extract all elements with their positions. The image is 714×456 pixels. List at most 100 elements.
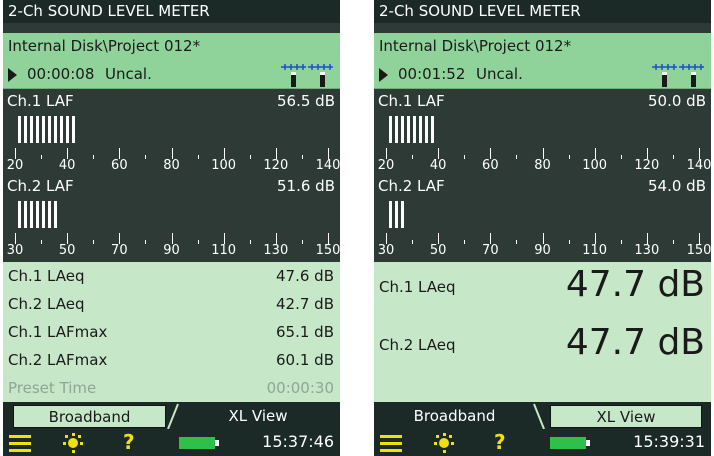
tab-separator: [167, 403, 179, 429]
preset-time-row[interactable]: Preset Time 00:00:30: [3, 374, 340, 402]
scale-minor-tick: [249, 155, 251, 159]
scale-tick-label: 140: [686, 158, 711, 173]
scale-minor-tick: [464, 155, 466, 159]
level-bar-segment: [395, 201, 398, 228]
backlight-bulb-icon[interactable]: [434, 433, 454, 453]
channel-2-value: 51.6 dB: [277, 177, 335, 195]
channel-2-scale: 30 50 70 90 110 130 150: [378, 233, 711, 259]
level-bar-segment: [419, 116, 422, 143]
scale-minor-tick: [672, 240, 674, 244]
parameter-value: 47.6 dB: [276, 267, 334, 285]
battery-cap: [586, 440, 590, 446]
scale-tick-label: 100: [211, 158, 237, 173]
level-bar-segment: [30, 116, 33, 143]
channel-1-meter: Ch.1 LAF 56.5 dB 20 40 60 80 100 120 140: [3, 90, 340, 175]
level-bar-segment: [72, 116, 75, 143]
scale-tick-label: 90: [534, 243, 551, 258]
parameter-row[interactable]: Ch.2 LAFmax 60.1 dB: [3, 346, 340, 374]
scale-tick-label: 120: [634, 158, 660, 173]
scale-minor-tick: [516, 240, 518, 244]
channel-1-meter: Ch.1 LAF 50.0 dB 20 40 60 80 100 120 140: [374, 90, 711, 175]
scale-tick-label: 40: [429, 158, 447, 173]
scale-minor-tick: [568, 155, 570, 159]
scale-minor-tick: [464, 240, 466, 244]
scale-tick-label: 60: [482, 158, 499, 173]
backlight-bulb-icon[interactable]: [63, 433, 83, 453]
tab-separator: [533, 403, 545, 429]
level-bar-segment: [389, 201, 392, 228]
parameter-panel: Ch.1 LAeq 47.6 dB Ch.2 LAeq 42.7 dB Ch.1…: [3, 262, 340, 402]
scale-minor-tick: [197, 155, 199, 159]
scale-minor-tick: [620, 240, 622, 244]
scale-minor-tick: [249, 240, 251, 244]
microphone-input-icon: [652, 64, 704, 87]
menu-icon[interactable]: [9, 435, 31, 452]
level-bar-segment: [18, 116, 21, 143]
tab-xl-view[interactable]: XL View: [550, 405, 702, 428]
scale-tick-label: 30: [377, 243, 395, 258]
level-bar-segment: [389, 116, 392, 143]
parameter-label: Preset Time: [8, 379, 97, 397]
parameter-label: Ch.2 LAeq: [8, 295, 85, 313]
scale-tick-label: 30: [6, 243, 24, 258]
xl-parameter-label: Ch.2 LAeq: [379, 336, 456, 354]
xl-parameter-value[interactable]: 47.7 dB: [566, 322, 705, 363]
level-bar-segment: [60, 116, 63, 143]
play-icon[interactable]: [379, 68, 388, 82]
channel-1-name: Ch.1 LAF: [7, 92, 74, 110]
clock: 15:39:31: [633, 432, 705, 451]
level-bar-segment: [425, 116, 428, 143]
scale-tick-label: 90: [163, 243, 180, 258]
level-meters: Ch.1 LAF 56.5 dB 20 40 60 80 100 120 140 Ch.2 …: [3, 90, 340, 261]
battery-icon[interactable]: [179, 437, 215, 449]
channel-1-value: 50.0 dB: [648, 92, 706, 110]
tab-broadband[interactable]: Broadband: [382, 405, 527, 428]
xl-parameter-label: Ch.1 LAeq: [379, 278, 456, 296]
parameter-label: Ch.1 LAFmax: [8, 323, 108, 341]
level-bar-segment: [413, 116, 416, 143]
tab-broadband[interactable]: Broadband: [13, 405, 166, 428]
scale-tick-label: 130: [263, 243, 289, 258]
level-bar-segment: [431, 116, 434, 143]
play-icon[interactable]: [8, 68, 17, 82]
scale-tick-label: 20: [6, 158, 24, 173]
help-question-icon[interactable]: ?: [494, 432, 506, 452]
scale-tick-label: 140: [315, 158, 340, 173]
parameter-value: 00:00:30: [266, 379, 334, 397]
microphone-input-icon: [281, 64, 333, 87]
parameter-row[interactable]: Ch.1 LAFmax 65.1 dB: [3, 318, 340, 346]
help-question-icon[interactable]: ?: [123, 432, 135, 452]
scale-minor-tick: [41, 240, 43, 244]
scale-tick-label: 50: [58, 243, 76, 258]
parameter-value: 60.1 dB: [276, 351, 334, 369]
menu-icon[interactable]: [380, 435, 402, 452]
scale-minor-tick: [620, 155, 622, 159]
tab-xl-view[interactable]: XL View: [188, 405, 328, 428]
scale-minor-tick: [145, 155, 147, 159]
channel-2-value: 54.0 dB: [648, 177, 706, 195]
project-path[interactable]: Internal Disk\Project 012*: [374, 33, 711, 59]
parameter-label: Ch.1 LAeq: [8, 267, 85, 285]
battery-icon[interactable]: [550, 437, 586, 449]
channel-2-name: Ch.2 LAF: [378, 177, 445, 195]
level-bar-segment: [66, 116, 69, 143]
channel-1-name: Ch.1 LAF: [378, 92, 445, 110]
scale-tick-label: 20: [377, 158, 395, 173]
sound-level-meter-screen-left: 2-Ch SOUND LEVEL METER Internal Disk\Pro…: [3, 0, 340, 456]
parameter-row[interactable]: Ch.1 LAeq 47.6 dB: [3, 262, 340, 290]
scale-minor-tick: [412, 240, 414, 244]
level-bar-segment: [401, 116, 404, 143]
project-path[interactable]: Internal Disk\Project 012*: [3, 33, 340, 59]
parameter-row[interactable]: Ch.2 LAeq 42.7 dB: [3, 290, 340, 318]
sound-level-meter-screen-right: 2-Ch SOUND LEVEL METER Internal Disk\Pro…: [374, 0, 711, 456]
level-bar-segment: [54, 201, 57, 228]
view-tabs: Broadband XL View: [3, 402, 340, 429]
channel-2-scale: 30 50 70 90 110 130 150: [7, 233, 340, 259]
taskbar: ? 15:37:46: [3, 429, 340, 456]
battery-cap: [215, 440, 219, 446]
scale-minor-tick: [197, 240, 199, 244]
level-bar-segment: [30, 201, 33, 228]
elapsed-time: 00:00:08: [27, 65, 95, 83]
clock: 15:37:46: [262, 432, 334, 451]
xl-parameter-value[interactable]: 47.7 dB: [566, 264, 705, 305]
